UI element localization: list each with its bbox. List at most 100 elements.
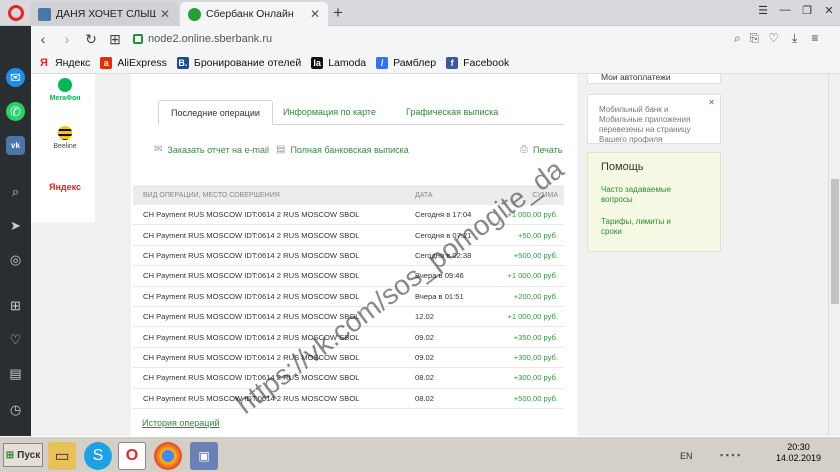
bookmark-label: Рамблер xyxy=(393,56,437,69)
page-scrollbar[interactable] xyxy=(828,74,840,436)
table-row[interactable]: CH Payment RUS MOSCOW IDT:0614 2 RUS MOS… xyxy=(133,287,564,307)
skype-icon[interactable]: S xyxy=(84,442,112,470)
url-text: node2.online.sberbank.ru xyxy=(148,33,273,45)
row-date: Сегодня в 07:21 xyxy=(415,230,472,240)
whatsapp-icon[interactable]: ✆ xyxy=(6,102,25,121)
menu-icon[interactable]: ≡ xyxy=(811,31,818,46)
start-button[interactable]: ⊞ Пуск xyxy=(3,443,43,467)
row-date: Вчера в 01:51 xyxy=(415,291,464,301)
row-amount: +1 000,00 руб. xyxy=(507,210,558,220)
megafon-logo[interactable]: МегаФон xyxy=(43,78,87,102)
close-notice-icon[interactable]: ✕ xyxy=(708,98,715,107)
row-description: CH Payment RUS MOSCOW IDT:0614 2 RUS MOS… xyxy=(143,312,360,322)
table-row[interactable]: CH Payment RUS MOSCOW IDT:0614 2 RUS MOS… xyxy=(133,246,564,267)
url-icons: ⌕ ⎘ ♡ xyxy=(734,31,779,46)
vk-sidebar-icon[interactable]: vk xyxy=(6,136,25,155)
bookmark-rambler[interactable]: / Рамблер xyxy=(376,56,437,69)
full-statement-link[interactable]: ▤ Полная банковская выписка xyxy=(276,144,409,155)
row-date: 08.02 xyxy=(415,373,435,383)
megafon-icon xyxy=(58,78,72,92)
speed-dial-icon[interactable]: ⊞ xyxy=(103,31,127,48)
lamoda-icon: la xyxy=(311,56,324,69)
row-amount: +500,00 руб. xyxy=(513,393,558,403)
table-row[interactable]: CH Payment RUS MOSCOW IDT:0614 2 RUS MOS… xyxy=(133,368,564,389)
tab-vk[interactable]: ДАНЯ ХОЧЕТ СЛЫШАТЬ ДЕ ✕ xyxy=(30,2,178,26)
clock[interactable]: 20:30 14.02.2019 xyxy=(776,442,821,464)
new-tab-button[interactable]: + xyxy=(333,3,343,23)
operations-history-link[interactable]: История операций xyxy=(142,418,220,428)
autopay-link[interactable]: Мои автоплатежи xyxy=(587,74,721,84)
bookmark-label: Facebook xyxy=(463,56,510,69)
table-row[interactable]: CH Payment RUS MOSCOW IDT:0614 2 RUS MOS… xyxy=(133,205,564,226)
heart-sidebar-icon[interactable]: ♡ xyxy=(6,330,25,349)
url-field[interactable]: node2.online.sberbank.ru xyxy=(133,29,783,49)
messenger-icon[interactable]: ✉ xyxy=(6,68,25,87)
bookmark-label: Бронирование отелей xyxy=(193,56,302,69)
bookmark-aliexpress[interactable]: a AliExpress xyxy=(100,56,167,69)
beeline-logo[interactable]: Beeline xyxy=(43,126,87,150)
notice-box: Мобильный банк и Мобильные приложения пе… xyxy=(587,94,721,144)
table-row[interactable]: CH Payment RUS MOSCOW IDT:0614 2 RUS MOS… xyxy=(133,266,564,287)
tariffs-link[interactable]: Тарифы, лимиты и сроки xyxy=(601,217,691,237)
tab-graphic-statement[interactable]: Графическая выписка xyxy=(406,100,498,125)
scrollbar-thumb[interactable] xyxy=(831,179,839,304)
yandex-logo[interactable]: Яндекс xyxy=(43,182,87,192)
close-window-icon[interactable]: ✕ xyxy=(818,0,840,20)
print-link[interactable]: ⎙ Печать xyxy=(520,144,562,155)
reload-icon[interactable]: ↻ xyxy=(79,31,103,48)
clock-icon[interactable]: ◷ xyxy=(6,400,25,419)
search-icon[interactable]: ⌕ xyxy=(734,31,741,46)
tab-recent-operations[interactable]: Последние операции xyxy=(158,100,273,125)
help-title: Помощь xyxy=(601,161,644,173)
partner-label: МегаФон xyxy=(49,95,81,102)
restore-icon[interactable]: ❐ xyxy=(796,0,818,20)
row-description: CH Payment RUS MOSCOW IDT:0614 2 RUS MOS… xyxy=(143,271,360,281)
tray-icons[interactable]: ▪ ▪ ▪ ▪ xyxy=(720,450,740,460)
row-description: CH Payment RUS MOSCOW IDT:0614 2 RUS MOS… xyxy=(143,332,360,342)
snapshot-icon[interactable]: ⎘ xyxy=(750,31,760,46)
bookmark-lamoda[interactable]: la Lamoda xyxy=(311,56,366,69)
table-row[interactable]: CH Payment RUS MOSCOW IDT:0614 2 RUS MOS… xyxy=(133,348,564,369)
back-icon[interactable]: ‹ xyxy=(31,31,55,47)
row-date: 12.02 xyxy=(415,312,435,322)
table-row[interactable]: CH Payment RUS MOSCOW IDT:0614 2 RUS MOS… xyxy=(133,327,564,348)
opera-menu-icon[interactable] xyxy=(8,5,24,21)
apps-icon[interactable]: ⊞ xyxy=(6,296,25,315)
start-label: Пуск xyxy=(17,449,41,461)
bookmark-facebook[interactable]: f Facebook xyxy=(446,56,510,69)
windows-taskbar: ⊞ Пуск ▭ S O ▣ EN ▪ ▪ ▪ ▪ 20:30 14.02.201… xyxy=(0,436,840,472)
search-sidebar-icon[interactable]: ⌕ xyxy=(6,182,25,201)
camera-icon[interactable]: ◎ xyxy=(6,250,25,269)
opera-taskbar-icon[interactable]: O xyxy=(118,442,146,470)
row-date: Сегодня в 02:38 xyxy=(415,250,472,260)
table-row[interactable]: CH Payment RUS MOSCOW IDT:0614 2 RUS MOS… xyxy=(133,307,564,328)
yandex-icon: Я xyxy=(40,56,48,69)
send-icon[interactable]: ➤ xyxy=(6,216,25,235)
beeline-icon xyxy=(58,126,72,140)
faq-link[interactable]: Часто задаваемые вопросы xyxy=(601,185,691,205)
email-report-link[interactable]: ✉ Заказать отчет на e-mail xyxy=(154,144,269,155)
browser-tab-bar: ДАНЯ ХОЧЕТ СЛЫШАТЬ ДЕ ✕ Сбербанк Онлайн … xyxy=(0,0,840,26)
tab-menu-icon[interactable]: ☰ xyxy=(752,0,774,20)
operations-table: ВИД ОПЕРАЦИИ, МЕСТО СОВЕРШЕНИЯ ДАТА СУММ… xyxy=(133,185,564,409)
minimize-icon[interactable]: — xyxy=(774,0,796,20)
chrome-icon[interactable] xyxy=(154,442,182,470)
close-tab-icon[interactable]: ✕ xyxy=(310,7,320,21)
download-icon[interactable]: ⤓ xyxy=(792,31,797,46)
table-row[interactable]: CH Payment RUS MOSCOW IDT:0614 2 RUS MOS… xyxy=(133,225,564,246)
table-body: CH Payment RUS MOSCOW IDT:0614 2 RUS MOS… xyxy=(133,205,564,409)
history-icon[interactable]: ▤ xyxy=(6,364,25,383)
bookmark-yandex[interactable]: Я Яндекс xyxy=(38,57,90,69)
tab-sberbank[interactable]: Сбербанк Онлайн ✕ xyxy=(180,2,328,26)
browser-tools: ⤓ ≡ xyxy=(792,31,818,46)
heart-icon[interactable]: ♡ xyxy=(768,31,779,46)
app-icon[interactable]: ▣ xyxy=(190,442,218,470)
language-indicator[interactable]: EN xyxy=(680,451,693,461)
explorer-icon[interactable]: ▭ xyxy=(48,442,76,470)
forward-icon[interactable]: › xyxy=(55,31,79,47)
close-tab-icon[interactable]: ✕ xyxy=(160,7,170,21)
tab-card-info[interactable]: Информация по карте xyxy=(283,100,376,125)
table-row[interactable]: CH Payment RUS MOSCOW IDT:0614 2 RUS MOS… xyxy=(133,389,564,409)
table-header: ВИД ОПЕРАЦИИ, МЕСТО СОВЕРШЕНИЯ ДАТА СУММ… xyxy=(133,185,564,205)
bookmark-booking[interactable]: B. Бронирование отелей xyxy=(176,56,302,69)
